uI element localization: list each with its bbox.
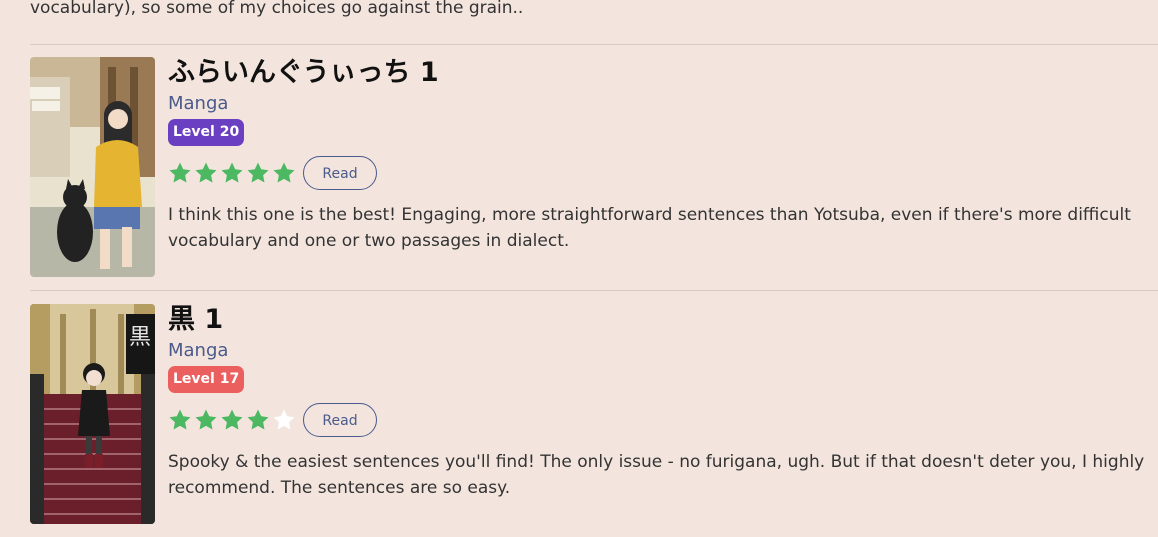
book-entry: ふらいんぐうぃっち 1 Manga Level 20 Read I think …: [30, 57, 1158, 279]
star-filled-icon: [246, 161, 270, 185]
divider: [30, 44, 1158, 45]
star-filled-icon: [220, 408, 244, 432]
star-filled-icon: [220, 161, 244, 185]
book-info: ふらいんぐうぃっち 1 Manga Level 20 Read I think …: [168, 57, 1158, 254]
book-entry: 黒 黒 1 Manga Level 17 Read Spooky & the e…: [30, 304, 1158, 526]
star-rating: [168, 408, 296, 432]
svg-text:黒: 黒: [129, 325, 151, 350]
book-title[interactable]: 黒 1: [168, 304, 1158, 336]
star-filled-icon: [168, 408, 192, 432]
level-badge: Level 20: [168, 119, 245, 146]
divider: [30, 290, 1158, 291]
star-filled-icon: [194, 408, 218, 432]
intro-text: vocabulary), so some of my choices go ag…: [30, 0, 524, 18]
star-empty-icon: [272, 408, 296, 432]
rating-row: Read: [168, 155, 1158, 191]
review-text: I think this one is the best! Engaging, …: [168, 205, 1131, 251]
star-filled-icon: [246, 408, 270, 432]
rating-row: Read: [168, 402, 1158, 438]
book-info: 黒 1 Manga Level 17 Read Spooky & the eas…: [168, 304, 1158, 501]
book-type: Manga: [168, 93, 229, 114]
level-badge: Level 17: [168, 366, 245, 393]
book-cover-image[interactable]: 黒: [30, 304, 155, 524]
star-filled-icon: [272, 161, 296, 185]
star-filled-icon: [168, 161, 192, 185]
book-type: Manga: [168, 340, 229, 361]
read-button[interactable]: Read: [303, 156, 377, 190]
book-title[interactable]: ふらいんぐうぃっち 1: [168, 57, 1158, 89]
book-cover-image[interactable]: [30, 57, 155, 277]
star-filled-icon: [194, 161, 218, 185]
star-rating: [168, 161, 296, 185]
read-button[interactable]: Read: [303, 403, 377, 437]
review-text: Spooky & the easiest sentences you'll fi…: [168, 452, 1145, 498]
